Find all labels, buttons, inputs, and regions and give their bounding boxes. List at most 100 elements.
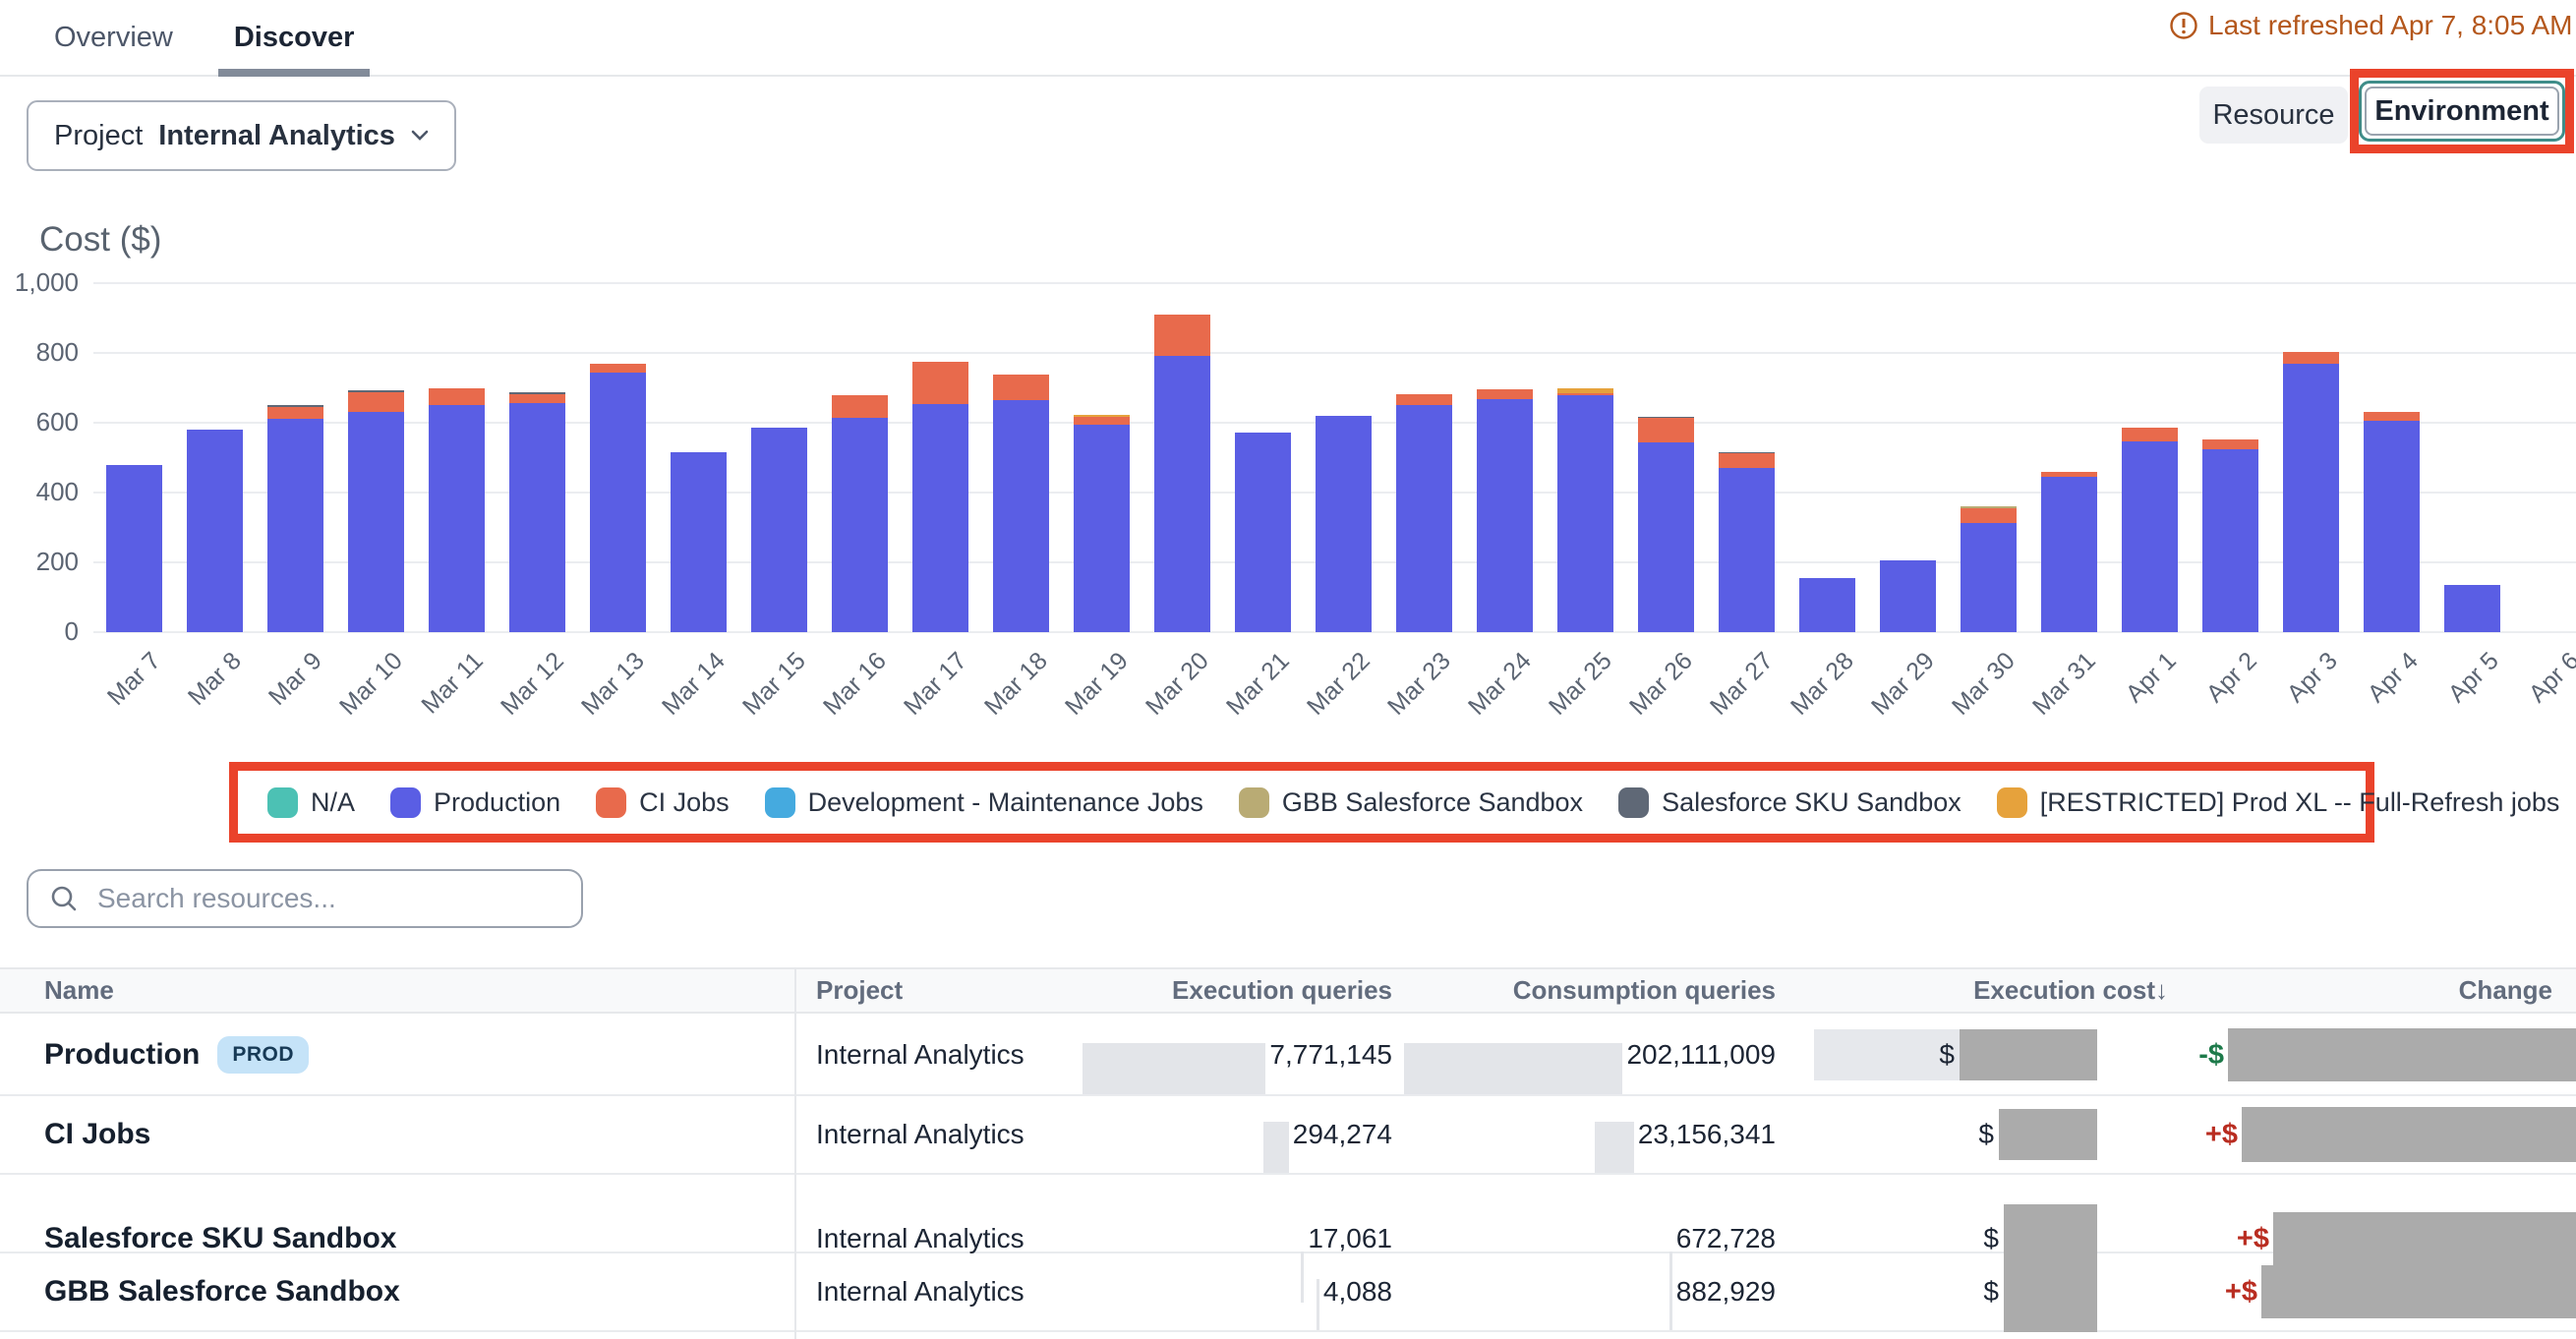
last-refreshed-text: Last refreshed Apr 7, 8:05 AM PDT xyxy=(2208,10,2576,41)
bar-segment-production[interactable] xyxy=(2041,477,2097,632)
bar-segment-production[interactable] xyxy=(106,465,162,632)
bar-segment-production[interactable] xyxy=(1557,395,1613,632)
bar-segment-production[interactable] xyxy=(1638,442,1694,632)
x-axis-tick-label: Mar 22 xyxy=(1301,647,1376,722)
bar-segment-salesforce-sku-sandbox[interactable] xyxy=(1719,452,1775,453)
bar-segment-ci-jobs[interactable] xyxy=(429,388,485,406)
bar-segment-production[interactable] xyxy=(429,405,485,632)
bar-segment-production[interactable] xyxy=(993,400,1049,632)
legend-label: Production xyxy=(434,787,560,818)
tab-discover[interactable]: Discover xyxy=(234,0,355,75)
bar-segment-ci-jobs[interactable] xyxy=(2283,352,2339,364)
legend-item[interactable]: Development - Maintenance Jobs xyxy=(765,787,1203,818)
bar-segment-ci-jobs[interactable] xyxy=(590,364,646,373)
bar-segment-production[interactable] xyxy=(2122,441,2178,632)
column-header-execution-queries[interactable]: Execution queries xyxy=(1086,969,1408,1012)
bar-segment-production[interactable] xyxy=(590,373,646,632)
legend-swatch-icon xyxy=(765,787,795,818)
bar-segment-ci-jobs[interactable] xyxy=(267,407,323,418)
bar-segment-production[interactable] xyxy=(2444,585,2500,632)
bar-segment-production[interactable] xyxy=(1396,405,1452,632)
bar-segment--restricted-prod-xl-full-refresh-jobs[interactable] xyxy=(1557,388,1613,393)
bar-segment-ci-jobs[interactable] xyxy=(1154,315,1210,356)
column-header-project[interactable]: Project xyxy=(794,969,1086,1012)
bar-segment-production[interactable] xyxy=(187,430,243,632)
bar-segment-salesforce-sku-sandbox[interactable] xyxy=(509,392,565,394)
bar-segment-production[interactable] xyxy=(1961,523,2017,632)
column-header-execution-cost[interactable]: Execution cost ↓ xyxy=(1791,969,2188,1012)
tabs: Overview Discover xyxy=(54,0,354,75)
bar-segment-ci-jobs[interactable] xyxy=(1961,508,2017,523)
column-header-name[interactable]: Name xyxy=(0,969,794,1012)
x-axis-tick-label: Mar 17 xyxy=(898,647,972,722)
bar-segment-production[interactable] xyxy=(1074,425,1130,632)
legend-swatch-icon xyxy=(1618,787,1649,818)
bar-segment-ci-jobs[interactable] xyxy=(993,375,1049,401)
table-row[interactable]: GBB Salesforce SandboxInternal Analytics… xyxy=(0,1253,2576,1332)
bar-segment-salesforce-sku-sandbox[interactable] xyxy=(1638,417,1694,418)
column-header-label: Execution queries xyxy=(1172,975,1392,1006)
legend-item[interactable]: N/A xyxy=(267,787,355,818)
y-axis-tick-label: 1,000 xyxy=(0,267,79,298)
bar-segment-production[interactable] xyxy=(267,419,323,632)
bar-segment-production[interactable] xyxy=(1719,468,1775,632)
bar-segment-ci-jobs[interactable] xyxy=(832,395,888,417)
bar-segment-ci-jobs[interactable] xyxy=(2041,472,2097,477)
bar-segment-production[interactable] xyxy=(1154,356,1210,632)
bar-segment-ci-jobs[interactable] xyxy=(1477,389,1533,399)
bar-segment-ci-jobs[interactable] xyxy=(1557,393,1613,395)
bar-segment-gbb-salesforce-sandbox[interactable] xyxy=(1961,506,2017,508)
column-header-change[interactable]: Change xyxy=(2188,969,2576,1012)
bar-segment-ci-jobs[interactable] xyxy=(1638,418,1694,442)
resources-table: ProductionPRODInternal Analytics7,771,14… xyxy=(0,1016,2576,1332)
currency-prefix: $ xyxy=(1939,1039,1955,1071)
bar-segment-production[interactable] xyxy=(1235,433,1291,632)
bar-segment-ci-jobs[interactable] xyxy=(509,394,565,403)
bar-segment-ci-jobs[interactable] xyxy=(1719,453,1775,468)
bar-segment-production[interactable] xyxy=(1799,578,1855,632)
column-header-consumption-queries[interactable]: Consumption queries xyxy=(1408,969,1791,1012)
bar-segment-ci-jobs[interactable] xyxy=(912,362,968,404)
legend-item[interactable]: Production xyxy=(390,787,560,818)
bar-segment-ci-jobs[interactable] xyxy=(2122,428,2178,440)
bar-segment-production[interactable] xyxy=(751,428,807,632)
bar-segment-ci-jobs[interactable] xyxy=(2202,439,2258,449)
legend-item[interactable]: GBB Salesforce Sandbox xyxy=(1239,787,1583,818)
change-prefix: +$ xyxy=(2225,1276,2257,1309)
bar-segment-production[interactable] xyxy=(509,403,565,632)
table-row[interactable]: Salesforce SKU SandboxInternal Analytics… xyxy=(0,1175,2576,1253)
legend-item[interactable]: CI Jobs xyxy=(596,787,730,818)
bar-segment-production[interactable] xyxy=(2202,449,2258,632)
currency-prefix: $ xyxy=(1983,1223,1999,1254)
bar-segment--restricted-prod-xl-full-refresh-jobs[interactable] xyxy=(1074,415,1130,417)
x-axis-tick-label: Mar 8 xyxy=(182,647,247,712)
bar-segment-production[interactable] xyxy=(1477,399,1533,632)
bar-segment-ci-jobs[interactable] xyxy=(1396,394,1452,405)
bar-segment-production[interactable] xyxy=(832,418,888,632)
bar-segment-salesforce-sku-sandbox[interactable] xyxy=(267,405,323,407)
bar-segment-production[interactable] xyxy=(348,412,404,632)
project-filter-dropdown[interactable]: Project Internal Analytics xyxy=(27,100,456,171)
group-by-resource-button[interactable]: Resource xyxy=(2199,87,2348,144)
bar-segment-production[interactable] xyxy=(1316,416,1372,632)
table-row[interactable]: ProductionPRODInternal Analytics7,771,14… xyxy=(0,1016,2576,1096)
legend-swatch-icon xyxy=(267,787,298,818)
bar-segment-salesforce-sku-sandbox[interactable] xyxy=(348,390,404,392)
x-axis-tick-label: Mar 9 xyxy=(263,647,327,712)
bar-segment-production[interactable] xyxy=(1880,560,1936,632)
table-row[interactable]: CI JobsInternal Analytics294,27423,156,3… xyxy=(0,1096,2576,1175)
bar-segment-ci-jobs[interactable] xyxy=(1074,417,1130,425)
x-axis-tick-label: Apr 4 xyxy=(2362,647,2424,709)
bar-segment-ci-jobs[interactable] xyxy=(2364,412,2420,421)
tab-overview[interactable]: Overview xyxy=(54,0,173,75)
legend-item[interactable]: [RESTRICTED] Prod XL -- Full-Refresh job… xyxy=(1997,787,2560,818)
bar-segment-production[interactable] xyxy=(2283,364,2339,632)
bar-segment-production[interactable] xyxy=(912,404,968,632)
search-input[interactable] xyxy=(95,882,561,915)
group-by-environment-button[interactable]: Environment xyxy=(2365,87,2559,136)
bar-segment-ci-jobs[interactable] xyxy=(348,392,404,413)
bar-segment-production[interactable] xyxy=(671,452,727,632)
legend-item[interactable]: Salesforce SKU Sandbox xyxy=(1618,787,1961,818)
cell-consumption-queries: 202,111,009 xyxy=(1408,1016,1791,1094)
bar-segment-production[interactable] xyxy=(2364,421,2420,632)
